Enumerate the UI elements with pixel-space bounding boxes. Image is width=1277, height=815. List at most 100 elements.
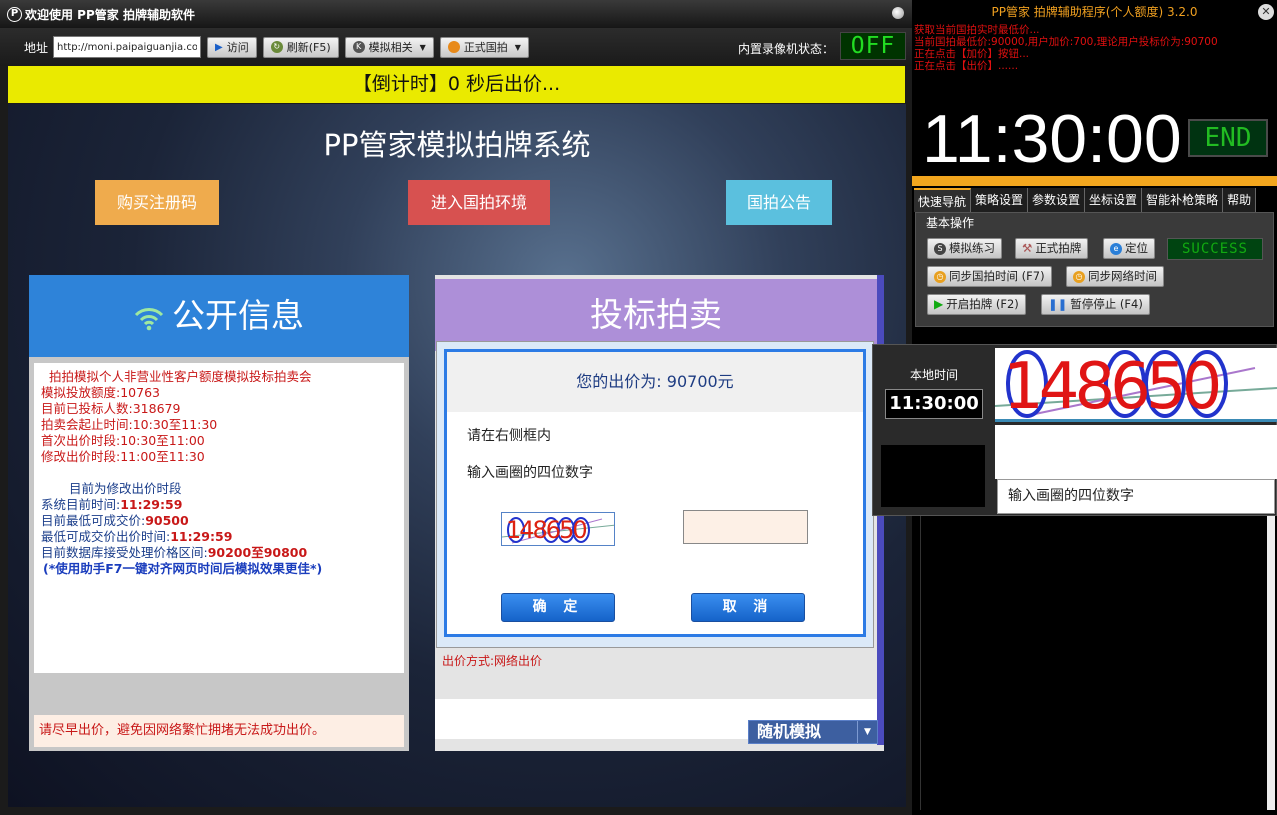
enter-auction-button[interactable]: 进入国拍环境: [408, 180, 550, 225]
auction-notice-button[interactable]: 国拍公告: [726, 180, 832, 225]
random-simulate-select[interactable]: 随机模拟 ▼: [748, 720, 878, 744]
hammer-icon: ⚒: [1022, 241, 1033, 255]
random-simulate-label: 随机模拟: [757, 722, 822, 741]
wifi-icon: [134, 307, 164, 330]
sync-network-label: 同步网络时间: [1088, 269, 1157, 283]
address-input[interactable]: [53, 36, 202, 58]
tab-smart-retry[interactable]: 智能补枪策略: [1142, 188, 1224, 212]
pause-button[interactable]: ❚❚ 暂停停止 (F4): [1041, 294, 1150, 315]
bid-method-text: 出价方式:网络出价: [442, 654, 543, 668]
clock-icon: ◷: [934, 270, 946, 283]
refresh-button[interactable]: ↻ 刷新(F5): [262, 36, 339, 58]
info-line: 模拟投放额度:10763: [41, 385, 160, 400]
visit-label: 访问: [226, 41, 249, 54]
toolbar: 地址 ▶ 访问 ↻ 刷新(F5) K 模拟相关 ▼ 正式国拍 ▼ 内置录像机状态…: [0, 28, 912, 66]
captcha-zoom-image: 148650: [995, 348, 1277, 422]
sync-guopai-time-button[interactable]: ◷ 同步国拍时间 (F7): [927, 266, 1052, 287]
refresh-icon: ↻: [270, 41, 283, 53]
accent-bar: [912, 176, 1277, 186]
confirm-button[interactable]: 确 定: [501, 593, 615, 622]
sync-network-time-button[interactable]: ◷ 同步网络时间: [1066, 266, 1164, 287]
visit-button[interactable]: ▶ 访问: [207, 36, 257, 58]
system-time-label: 系统目前时间:: [41, 497, 121, 512]
play-icon: ▶: [215, 41, 223, 53]
captcha-zoom-panel: 本地时间 11:30:00 148650 输入画圈的四位数字: [872, 344, 1277, 516]
public-info-body: 拍拍模拟个人非营业性客户额度模拟投标拍卖会 模拟投放额度:10763 目前已投标…: [34, 363, 404, 673]
basic-ops-label: 基本操作: [926, 216, 975, 230]
captcha-image: 148650: [501, 512, 615, 546]
min-price-label: 目前最低可成交价:: [41, 513, 146, 528]
refresh-label: 刷新(F5): [286, 41, 331, 54]
tab-quick-nav[interactable]: 快速导航: [914, 188, 972, 212]
bid-confirm-dialog: 您的出价为: 90700元 请在右侧框内 输入画圈的四位数字 148650 确 …: [436, 341, 874, 648]
desktop: P 欢迎使用 PP管家 拍牌辅助软件 地址 ▶ 访问 ↻ 刷新(F5) K 模拟…: [0, 0, 1277, 815]
start-bid-button[interactable]: ▶ 开启拍牌 (F2): [927, 294, 1026, 315]
basic-ops-panel: 基本操作 S 模拟练习 ⚒ 正式拍牌 e 定位 SUCCESS ◷ 同步国拍时间…: [915, 212, 1274, 327]
recorder-status-led: OFF: [840, 32, 906, 60]
public-info-header: 公开信息: [29, 275, 409, 357]
info-line: 修改出价时段:11:00至11:30: [41, 449, 205, 464]
info-line: 拍拍模拟个人非营业性客户额度模拟投标拍卖会: [49, 369, 312, 384]
chevron-down-icon: ▼: [419, 42, 426, 52]
public-info-footer: 请尽早出价，避免因网络繁忙拥堵无法成功出价。: [34, 715, 404, 747]
chevron-down-icon: ▼: [514, 42, 521, 52]
dialog-instruction-1: 请在右侧框内: [467, 428, 551, 444]
helper-title: PP管家 拍牌辅助程序(个人额度) 3.2.0: [991, 5, 1198, 19]
public-info-heading: 公开信息: [172, 296, 304, 335]
play-icon: ▶: [934, 297, 944, 311]
clock-icon: ◷: [1073, 270, 1085, 283]
dialog-frame: 您的出价为: 90700元 请在右侧框内 输入画圈的四位数字 148650 确 …: [444, 349, 866, 637]
locate-label: 定位: [1125, 241, 1148, 255]
formal-menu-button[interactable]: 正式国拍 ▼: [439, 36, 529, 58]
formal-bid-button[interactable]: ⚒ 正式拍牌: [1015, 238, 1089, 259]
sync-guopai-label: 同步国拍时间 (F7): [949, 269, 1045, 283]
system-time-value: 11:29:59: [120, 497, 183, 512]
formal-label: 正式国拍: [463, 41, 508, 54]
status-log: 获取当前国拍实时最低价... 当前国拍最低价:90000,用户加价:700,理论…: [914, 24, 1274, 72]
locate-button[interactable]: e 定位: [1103, 238, 1155, 259]
captcha-hint: 输入画圈的四位数字: [997, 479, 1275, 514]
tab-params[interactable]: 参数设置: [1028, 188, 1086, 212]
simulate-menu-button[interactable]: K 模拟相关 ▼: [344, 36, 434, 58]
tab-help[interactable]: 帮助: [1223, 188, 1257, 212]
info-line: 首次出价时段:10:30至11:00: [41, 433, 205, 448]
ie-icon: e: [1110, 242, 1122, 255]
captcha-text: 148650: [506, 516, 586, 544]
big-clock: 11:30:00: [922, 101, 1182, 177]
cancel-button[interactable]: 取 消: [691, 593, 805, 622]
price-range-value: 90200至90800: [207, 545, 308, 560]
end-status-led: END: [1188, 119, 1268, 157]
public-info-panel: 公开信息 拍拍模拟个人非营业性客户额度模拟投标拍卖会 模拟投放额度:10763 …: [29, 275, 409, 751]
simulator-window: P 欢迎使用 PP管家 拍牌辅助软件 地址 ▶ 访问 ↻ 刷新(F5) K 模拟…: [0, 0, 912, 815]
captcha-zoom-graphic: 148650: [995, 350, 1277, 422]
dialog-instruction-2: 输入画圈的四位数字: [467, 465, 593, 481]
info-line: 拍卖会起止时间:10:30至11:30: [41, 417, 218, 432]
captcha-zoom-blank: [995, 425, 1277, 479]
address-label: 地址: [24, 40, 49, 55]
tab-coords[interactable]: 坐标设置: [1085, 188, 1143, 212]
buy-register-code-button[interactable]: 购买注册码: [95, 180, 219, 225]
preview-area: [920, 514, 1270, 810]
close-icon[interactable]: ✕: [1258, 4, 1274, 20]
auction-icon: [447, 41, 460, 53]
min-time-label: 最低可成交价出价时间:: [41, 529, 171, 544]
price-range-row: 目前数据库接受处理价格区间:90200至90800: [41, 545, 404, 561]
countdown-banner: 【倒计时】0 秒后出价...: [8, 66, 905, 103]
tip-text: (*使用助手F7一键对齐网页时间后模拟效果更佳*): [43, 561, 323, 576]
captcha-zoom-text: 148650: [1003, 350, 1219, 422]
practice-button[interactable]: S 模拟练习: [927, 238, 1002, 259]
min-price-row: 目前最低可成交价:90500: [41, 513, 404, 529]
log-line: 当前国拍最低价:90000,用户加价:700,理论用户投标价为:90700: [914, 36, 1218, 48]
simulate-label: 模拟相关: [368, 41, 413, 54]
practice-icon: S: [934, 242, 946, 255]
helper-tabs: 快速导航 策略设置 参数设置 坐标设置 智能补枪策略 帮助: [914, 188, 1277, 212]
min-time-value: 11:29:59: [170, 529, 233, 544]
min-time-row: 最低可成交价出价时间:11:29:59: [41, 529, 404, 545]
window-close-button[interactable]: [892, 7, 904, 19]
log-line: 正在点击【加价】按钮...: [914, 48, 1030, 60]
captcha-input[interactable]: [683, 510, 808, 544]
tab-strategy[interactable]: 策略设置: [971, 188, 1029, 212]
captcha-graphic: 148650: [502, 516, 614, 544]
chevron-down-icon[interactable]: ▼: [857, 721, 877, 743]
window-title: 欢迎使用 PP管家 拍牌辅助软件: [25, 7, 195, 22]
